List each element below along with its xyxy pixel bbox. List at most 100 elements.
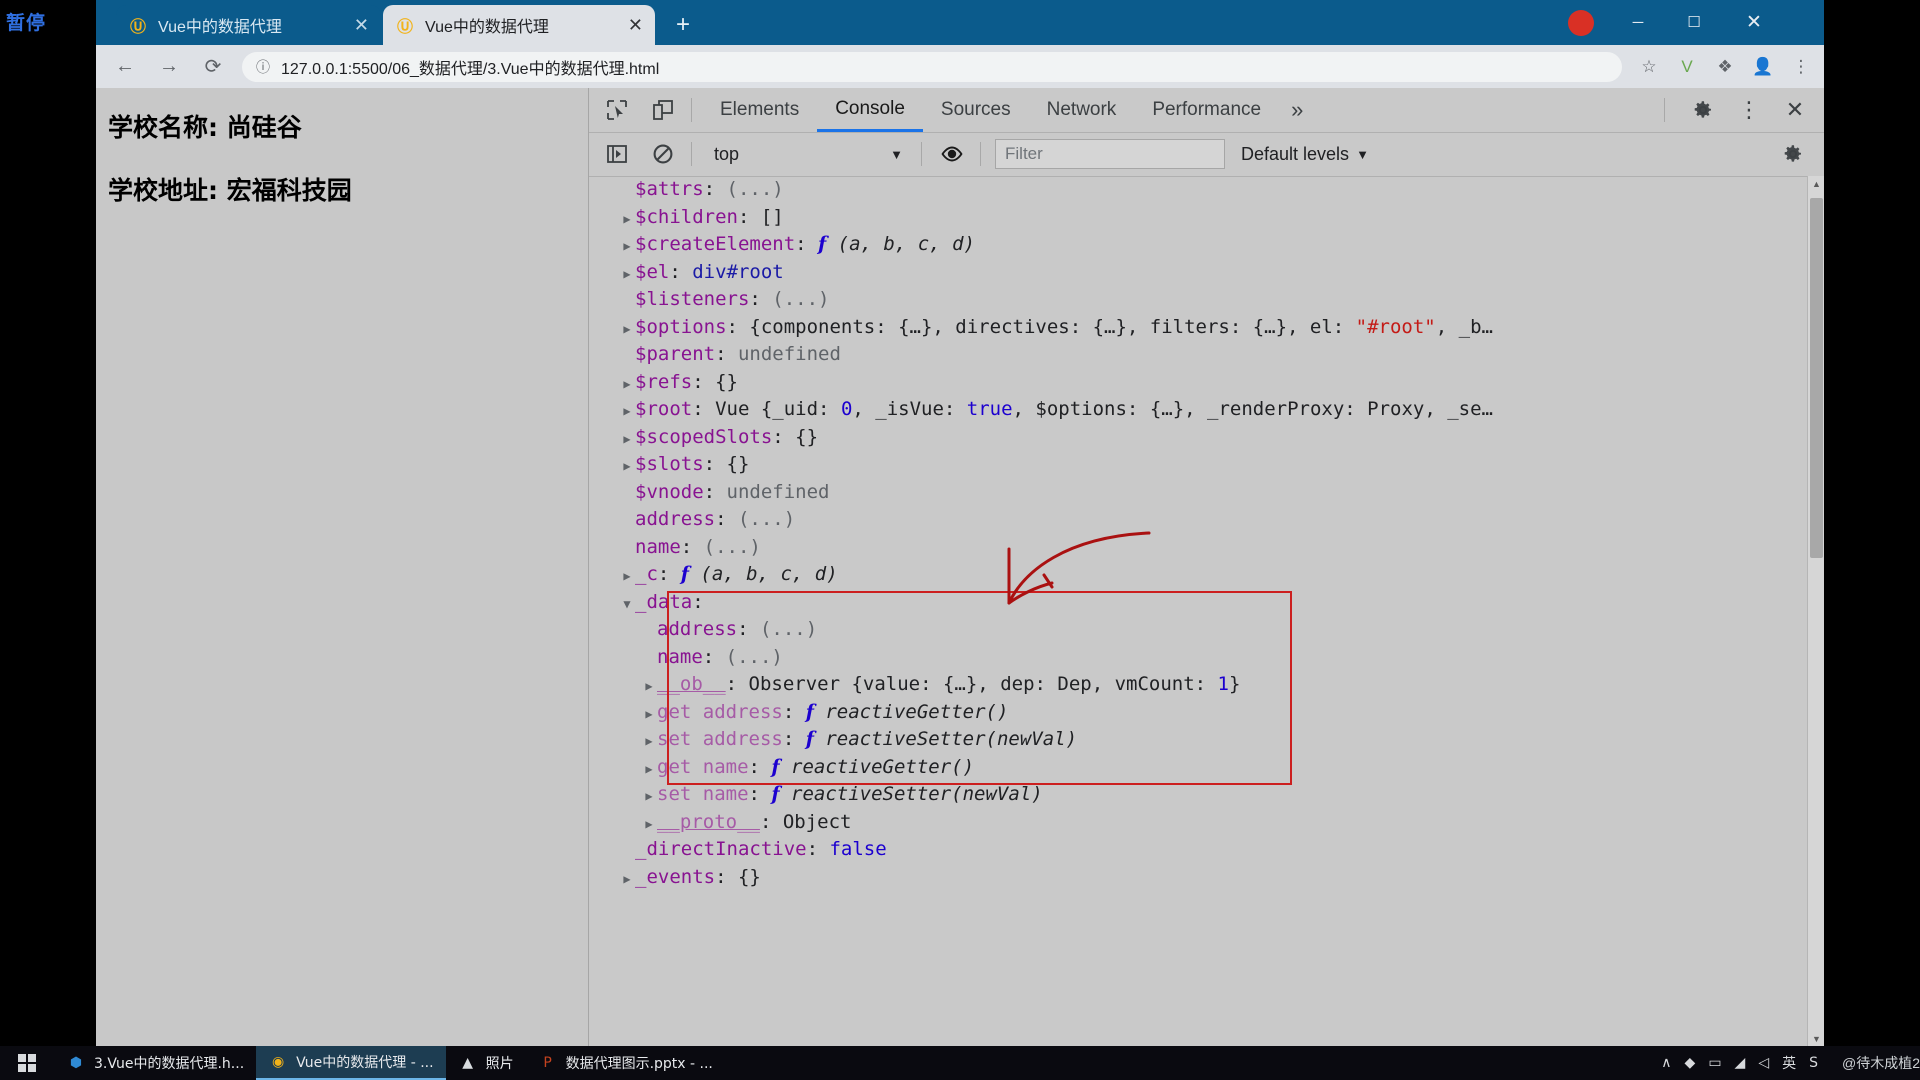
ime-icon[interactable]: 英 xyxy=(1782,1053,1796,1073)
live-expression-icon[interactable] xyxy=(934,136,970,172)
console-property-row[interactable]: ▶name: (...) xyxy=(589,534,1808,562)
chrome-menu-icon[interactable]: ⋮ xyxy=(1786,52,1816,82)
tab-sources[interactable]: Sources xyxy=(923,89,1029,132)
console-property-row[interactable]: ▶ $slots: {} xyxy=(589,451,1808,479)
devtools-close-icon[interactable]: ✕ xyxy=(1777,92,1813,128)
console-sidebar-icon[interactable] xyxy=(599,136,635,172)
scrollbar-thumb[interactable] xyxy=(1810,198,1823,558)
site-info-icon[interactable]: ⓘ xyxy=(254,58,272,76)
volume-icon[interactable]: ◁ xyxy=(1758,1055,1769,1071)
gear-icon[interactable] xyxy=(1685,92,1721,128)
console-output[interactable]: ▶$attrs: (...)▶$children: []▶$createElem… xyxy=(589,176,1808,1048)
property-value: (...) xyxy=(772,288,830,310)
console-property-row[interactable]: ▶address: (...) xyxy=(589,506,1808,534)
console-property-row[interactable]: ▶name: (...) xyxy=(589,644,1808,672)
console-property-row[interactable]: ▶$parent: undefined xyxy=(589,341,1808,369)
expand-triangle-icon[interactable]: ▶ xyxy=(619,426,635,454)
expand-triangle-icon[interactable]: ▶ xyxy=(619,563,635,591)
console-property-row[interactable]: ▶_directInactive: false xyxy=(589,836,1808,864)
tab-network[interactable]: Network xyxy=(1029,89,1135,132)
devtools-menu-icon[interactable]: ⋮ xyxy=(1731,92,1767,128)
extension-v-icon[interactable]: V xyxy=(1672,52,1702,82)
battery-icon[interactable]: ▭ xyxy=(1708,1055,1721,1071)
console-property-row[interactable]: ▶ $createElement: f (a, b, c, d) xyxy=(589,231,1808,259)
console-property-row[interactable]: ▶$vnode: undefined xyxy=(589,479,1808,507)
device-toolbar-icon[interactable] xyxy=(645,92,681,128)
expand-triangle-icon[interactable]: ▶ xyxy=(641,756,657,784)
close-tab-2-icon[interactable]: ✕ xyxy=(628,16,643,34)
console-property-row[interactable]: ▶ $scopedSlots: {} xyxy=(589,424,1808,452)
console-property-row[interactable]: ▶ $root: Vue {_uid: 0, _isVue: true, $opt… xyxy=(589,396,1808,424)
expand-triangle-icon[interactable]: ▶ xyxy=(619,453,635,481)
profile-avatar[interactable] xyxy=(1568,10,1594,36)
bookmark-star-icon[interactable]: ☆ xyxy=(1634,52,1664,82)
tab-performance[interactable]: Performance xyxy=(1134,89,1279,132)
console-property-row[interactable]: ▶ __proto__: Object xyxy=(589,809,1808,837)
extensions-puzzle-icon[interactable]: ❖ xyxy=(1710,52,1740,82)
taskbar-item[interactable]: ▲ 照片 xyxy=(446,1046,526,1080)
expand-triangle-icon[interactable]: ▶ xyxy=(641,728,657,756)
profile-icon[interactable]: 👤 xyxy=(1748,52,1778,82)
console-property-row[interactable]: ▶$attrs: (...) xyxy=(589,176,1808,204)
more-tabs-icon[interactable]: » xyxy=(1279,97,1315,123)
back-icon[interactable]: ← xyxy=(110,52,140,82)
console-property-row[interactable]: ▶ $children: [] xyxy=(589,204,1808,232)
console-property-row[interactable]: ▶ set name: f reactiveSetter(newVal) xyxy=(589,781,1808,809)
expanded-triangle-icon[interactable]: ▼ xyxy=(619,591,635,619)
clear-console-icon[interactable] xyxy=(645,136,681,172)
console-filter-input[interactable]: Filter xyxy=(995,139,1225,169)
console-property-row[interactable]: ▶ $options: {components: {…}, directives:… xyxy=(589,314,1808,342)
property-value: f xyxy=(805,728,814,750)
new-tab-button[interactable]: + xyxy=(666,10,700,40)
expand-triangle-icon[interactable]: ▶ xyxy=(641,701,657,729)
expand-triangle-icon[interactable]: ▶ xyxy=(641,673,657,701)
taskbar-item[interactable]: ⬢ 3.Vue中的数据代理.h... xyxy=(54,1046,256,1080)
network-icon[interactable]: ◢ xyxy=(1735,1055,1746,1071)
console-property-row[interactable]: ▶ $el: div#root xyxy=(589,259,1808,287)
console-property-row[interactable]: ▼ _data: xyxy=(589,589,1808,617)
taskbar-item[interactable]: P 数据代理图示.pptx - ... xyxy=(526,1046,725,1080)
windows-start-button[interactable] xyxy=(0,1046,54,1080)
console-property-row[interactable]: ▶ __ob__: Observer {value: {…}, dep: Dep,… xyxy=(589,671,1808,699)
security-icon[interactable]: ◆ xyxy=(1685,1055,1696,1071)
tab-console[interactable]: Console xyxy=(817,89,923,132)
forward-icon[interactable]: → xyxy=(154,52,184,82)
console-property-row[interactable]: ▶address: (...) xyxy=(589,616,1808,644)
expand-triangle-icon[interactable]: ▶ xyxy=(619,261,635,289)
expand-triangle-icon[interactable]: ▶ xyxy=(641,783,657,811)
browser-tab-2[interactable]: Ⓤ Vue中的数据代理 ✕ xyxy=(383,5,655,45)
expand-triangle-icon[interactable]: ▶ xyxy=(619,371,635,399)
expand-triangle-icon[interactable]: ▶ xyxy=(641,811,657,839)
cursor-select-icon[interactable] xyxy=(599,92,635,128)
console-levels-select[interactable]: Default levels ▼ xyxy=(1241,144,1369,165)
expand-triangle-icon[interactable]: ▶ xyxy=(619,316,635,344)
window-maximize-button[interactable]: ☐ xyxy=(1668,0,1720,45)
console-property-row[interactable]: ▶ _c: f (a, b, c, d) xyxy=(589,561,1808,589)
scroll-up-icon[interactable]: ▲ xyxy=(1808,176,1824,193)
console-property-row[interactable]: ▶$listeners: (...) xyxy=(589,286,1808,314)
taskbar-item[interactable]: ◉ Vue中的数据代理 - ... xyxy=(256,1046,446,1080)
console-property-row[interactable]: ▶ set address: f reactiveSetter(newVal) xyxy=(589,726,1808,754)
console-property-row[interactable]: ▶ get name: f reactiveGetter() xyxy=(589,754,1808,782)
console-property-row[interactable]: ▶ _events: {} xyxy=(589,864,1808,892)
expand-triangle-icon[interactable]: ▶ xyxy=(619,866,635,894)
ime-mode-icon[interactable]: S xyxy=(1809,1055,1818,1071)
property-separator: : xyxy=(703,178,727,200)
expand-triangle-icon[interactable]: ▶ xyxy=(619,233,635,261)
expand-triangle-icon[interactable]: ▶ xyxy=(619,206,635,234)
console-property-row[interactable]: ▶ $refs: {} xyxy=(589,369,1808,397)
chevron-up-icon[interactable]: ∧ xyxy=(1661,1055,1671,1071)
browser-tab-1[interactable]: Ⓤ Vue中的数据代理 ✕ xyxy=(116,5,381,45)
tab-elements[interactable]: Elements xyxy=(702,89,817,132)
reload-icon[interactable]: ⟳ xyxy=(198,52,228,82)
console-scrollbar[interactable]: ▲ ▼ xyxy=(1807,176,1824,1048)
window-minimize-button[interactable]: ─ xyxy=(1612,0,1664,45)
expand-triangle-icon[interactable]: ▶ xyxy=(619,398,635,426)
property-value: {components: {…}, directives: {…}, filte… xyxy=(749,315,1356,338)
console-settings-gear-icon[interactable] xyxy=(1775,136,1811,172)
window-close-button[interactable]: ✕ xyxy=(1728,0,1780,45)
console-property-row[interactable]: ▶ get address: f reactiveGetter() xyxy=(589,699,1808,727)
console-context-select[interactable]: top ▼ xyxy=(706,139,911,169)
address-bar[interactable]: ⓘ 127.0.0.1:5500/06_数据代理/3.Vue中的数据代理.htm… xyxy=(242,51,1622,82)
close-tab-1-icon[interactable]: ✕ xyxy=(354,16,369,34)
